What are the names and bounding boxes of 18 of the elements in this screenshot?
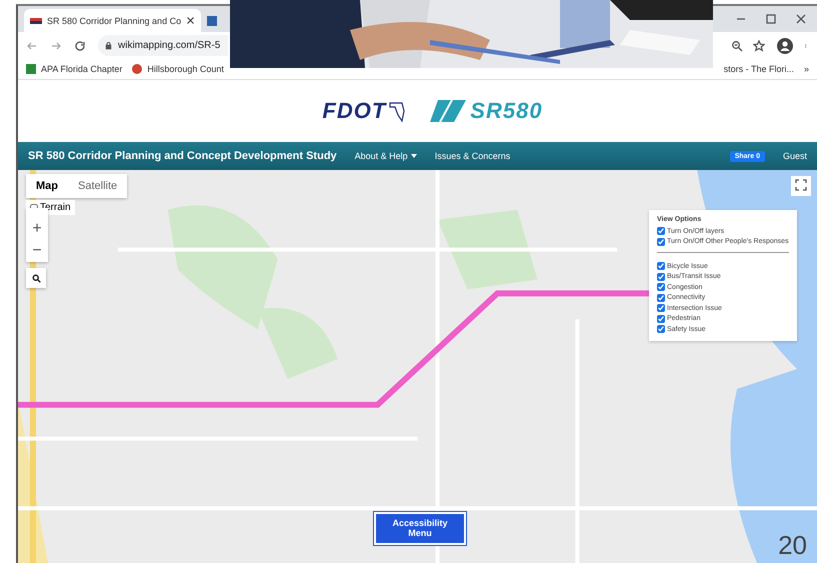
page-number: 20 [778, 530, 807, 561]
sr580-logo: SR580 [470, 98, 543, 124]
bookmark[interactable]: stors - The Flori... [724, 64, 794, 74]
zoom-out-button[interactable]: − [26, 240, 48, 262]
map-type-tab[interactable]: Map [26, 174, 68, 198]
user-name: Guest [782, 151, 807, 161]
site-title: SR 580 Corridor Planning and Concept Development Study [28, 150, 337, 162]
bookmark[interactable]: APA Florida Chapter [26, 64, 122, 74]
address-bar[interactable]: wikimapping.com/SR-5 [98, 35, 228, 56]
browser-tab[interactable]: SR 580 Corridor Planning and Co [24, 9, 202, 32]
zoom-in-button[interactable]: + [26, 218, 48, 240]
nav-link[interactable]: Issues & Concerns [434, 151, 510, 161]
map-type-tab[interactable]: Satellite [68, 174, 128, 198]
more-bookmarks[interactable]: » [804, 64, 809, 74]
fdot-logo: FDOT [322, 98, 386, 124]
bookmark[interactable]: Hillsborough Count [132, 64, 224, 74]
accessibility-button[interactable]: Accessibility Menu [374, 512, 466, 545]
nav-link[interactable]: About & Help [354, 151, 417, 161]
